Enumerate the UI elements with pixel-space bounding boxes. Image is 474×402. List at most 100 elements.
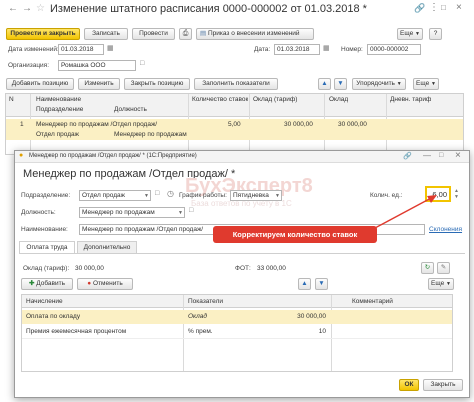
accruals-more-button[interactable]: Еще ▼ <box>428 278 454 290</box>
fot-value: 33 000,00 <box>257 265 286 272</box>
post-and-close-button[interactable]: Провести и закрыть <box>6 28 80 40</box>
chevron-down-icon: ▼ <box>431 81 436 87</box>
post-button[interactable]: Провести <box>132 28 175 40</box>
position-label: Должность: <box>21 209 56 216</box>
open-icon[interactable]: □ <box>140 60 144 67</box>
callout-box: Корректируем количество ставок <box>213 226 377 243</box>
pencil-icon: ✎ <box>440 264 447 271</box>
position-field[interactable]: Менеджер по продажам ▼ <box>79 207 185 218</box>
main-window: ← → ☆ Изменение штатного расписания 0000… <box>0 0 474 155</box>
col-comment: Комментарий <box>352 298 393 305</box>
cancel-accrual-button[interactable]: ● Отменить <box>77 278 133 290</box>
callout-text: Корректируем количество ставок <box>232 230 358 239</box>
tab-divider <box>19 253 465 254</box>
back-icon[interactable]: ← <box>8 3 18 14</box>
add-accrual-button[interactable]: ✚ Добавить <box>21 278 73 290</box>
chevron-down-icon: ▼ <box>415 31 420 37</box>
window-title: Изменение штатного расписания 0000-00000… <box>50 3 367 15</box>
date-field[interactable]: 01.03.2018 <box>274 44 320 55</box>
maximize-icon[interactable]: □ <box>439 152 443 159</box>
row-division: Отдел продаж <box>36 131 79 138</box>
row-accrual: Премия ежемесячная процентом <box>26 328 127 335</box>
org-field[interactable]: Ромашка ООО <box>58 60 136 71</box>
schedule-field[interactable]: Пятидневка ▼ <box>230 190 282 201</box>
save-button[interactable]: Записать <box>84 28 128 40</box>
open-icon[interactable]: □ <box>189 207 193 214</box>
col-rates: Количество ставок <box>192 96 249 103</box>
menu-icon[interactable]: ⋮ <box>429 2 439 13</box>
refresh-button[interactable]: ↻ <box>421 262 434 274</box>
schedule-label: График работы: <box>179 192 227 199</box>
date-label: Дата: <box>254 46 271 53</box>
col-accrual: Начисление <box>26 298 63 305</box>
division-field[interactable]: Отдел продаж ▼ <box>79 190 151 201</box>
calendar-icon[interactable]: ▦ <box>323 44 330 52</box>
col-position: Должность <box>114 106 147 113</box>
cancel-icon: ● <box>87 280 92 287</box>
position-value: Менеджер по продажам <box>82 209 155 216</box>
col-salary-tariff: Оклад (тариф) <box>253 96 298 103</box>
number-label: Номер: <box>341 46 363 53</box>
row-position: Менеджер по продажам <box>114 131 187 138</box>
col-indicators: Показатели <box>188 298 223 305</box>
add-position-button[interactable]: Добавить позицию <box>6 78 74 90</box>
link-icon[interactable]: 🔗 <box>403 152 412 160</box>
number-field[interactable]: 0000-000002 <box>367 44 421 55</box>
app-logo-icon: ● <box>19 152 24 159</box>
more-button[interactable]: Еще ▼ <box>397 28 423 40</box>
arrow-up-icon: ▲ <box>301 280 308 287</box>
tab-additional-label: Дополнительно <box>83 244 131 251</box>
col-salary: Оклад <box>329 96 349 103</box>
star-icon[interactable]: ☆ <box>36 3 45 14</box>
forward-icon[interactable]: → <box>22 3 32 14</box>
document-icon: ▤ <box>200 30 207 37</box>
row-salary-tariff: 30 000,00 <box>284 121 313 128</box>
change-button[interactable]: Изменить <box>78 78 120 90</box>
order-button[interactable]: ▤ Приказ о внесении изменений <box>196 28 314 40</box>
table-more-button[interactable]: Еще ▼ <box>413 78 439 90</box>
settings-button[interactable]: ✎ <box>437 262 450 274</box>
accruals-table: Начисление Показатели Комментарий Оплата… <box>21 294 453 372</box>
link-icon[interactable]: 🔗 <box>414 3 425 14</box>
col-division: Подразделение <box>36 106 84 113</box>
calendar-icon[interactable]: ▦ <box>107 44 114 52</box>
print-button[interactable]: ⎙ <box>179 28 192 40</box>
move-down-button[interactable]: ▼ <box>315 278 328 290</box>
tab-payment-label: Оплата труда <box>26 244 68 251</box>
help-button[interactable]: ? <box>429 28 442 40</box>
move-down-button[interactable]: ▼ <box>334 78 347 90</box>
division-label: Подразделение: <box>21 192 71 199</box>
ok-button[interactable]: ОК <box>399 379 419 391</box>
more-label: Еще <box>431 280 445 287</box>
chevron-down-icon: ▼ <box>275 193 280 199</box>
division-value: Отдел продаж <box>82 192 125 199</box>
close-icon[interactable]: × <box>455 150 461 161</box>
cancel-label: Отменить <box>93 280 123 287</box>
sort-button[interactable]: Упорядочить ▼ <box>352 78 406 90</box>
salary-value: 30 000,00 <box>75 265 104 272</box>
dialog-caption: Менеджер по продажам /Отдел продаж/ * (1… <box>29 153 197 159</box>
row-indicator: Оклад <box>188 313 207 320</box>
row-accrual: Оплата по окладу <box>26 313 81 320</box>
clock-icon: ◷ <box>167 189 174 198</box>
chevron-down-icon: ▼ <box>144 193 149 199</box>
move-up-button[interactable]: ▲ <box>298 278 311 290</box>
row-value: 10 <box>318 328 326 335</box>
salary-label: Оклад (тариф): <box>23 265 70 272</box>
col-name: Наименование <box>36 96 82 103</box>
maximize-icon[interactable]: □ <box>441 3 446 12</box>
order-label: Приказ о внесении изменений <box>207 30 300 37</box>
table-row[interactable] <box>22 310 452 324</box>
move-up-button[interactable]: ▲ <box>318 78 331 90</box>
date-change-field[interactable]: 01.03.2018 <box>58 44 104 55</box>
positions-table: N Наименование Подразделение Должность К… <box>5 93 464 155</box>
open-icon[interactable]: □ <box>155 190 159 197</box>
chevron-down-icon: ▼ <box>178 210 183 216</box>
close-icon[interactable]: × <box>456 2 462 13</box>
close-button[interactable]: Закрыть <box>423 379 463 391</box>
close-position-button[interactable]: Закрыть позицию <box>124 78 190 90</box>
arrow-down-icon: ▼ <box>318 280 325 287</box>
fill-indicators-button[interactable]: Заполнить показатели <box>194 78 278 90</box>
minimize-icon[interactable]: — <box>423 151 431 160</box>
name-label: Наименование: <box>21 226 68 233</box>
